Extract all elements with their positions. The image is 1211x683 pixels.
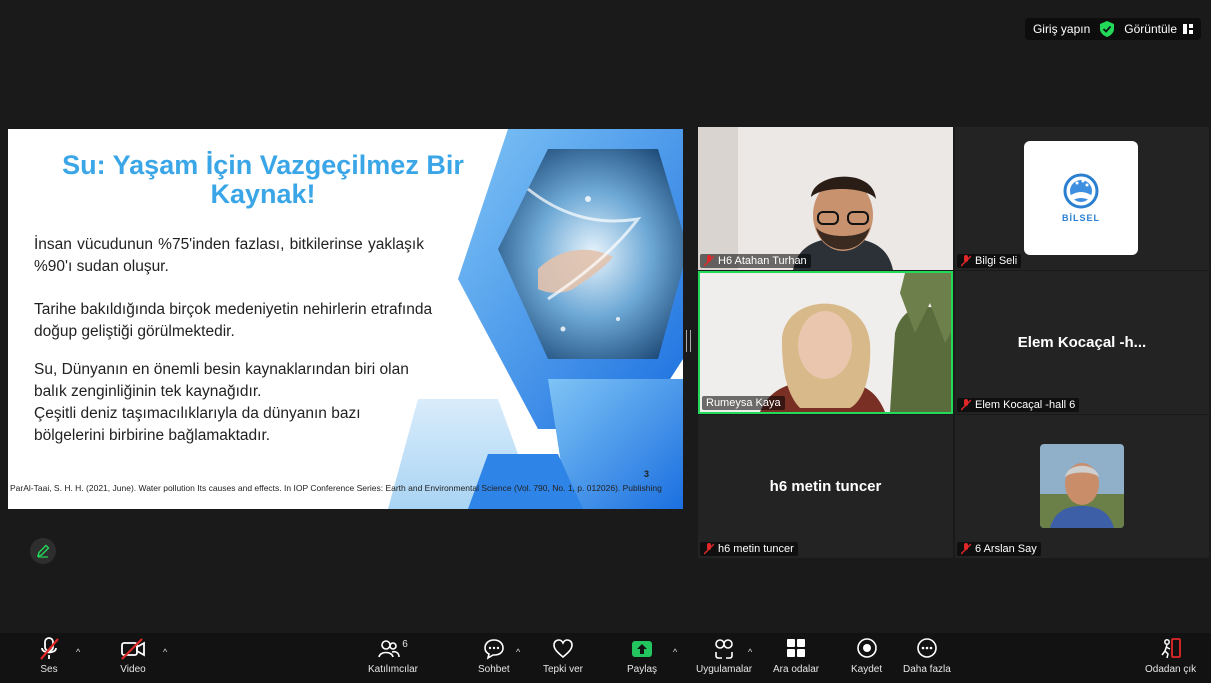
leave-label: Odadan çık (1145, 664, 1197, 675)
share-screen-icon (632, 641, 652, 657)
video-options-caret[interactable]: ^ (163, 647, 167, 657)
video-tile-rumeysa[interactable]: Rumeysa Kaya (698, 271, 953, 414)
participant-avatar-photo (1040, 444, 1124, 528)
video-tile-elem[interactable]: Elem Kocaçal -h... Elem Kocaçal -hall 6 (955, 271, 1209, 414)
slide-title-line1: Su: Yaşam İçin Vazgeçilmez Bir (62, 150, 464, 180)
leave-button[interactable]: Odadan çık (1145, 637, 1196, 675)
leave-door-icon (1160, 638, 1181, 659)
apps-button[interactable]: Uygulamalar (696, 637, 752, 675)
camera-off-icon (121, 638, 145, 660)
slide-paragraph-3: Su, Dünyanın en önemli besin kaynakların… (34, 361, 409, 400)
participant-video-rumeysa (700, 273, 951, 412)
participant-display-name: h6 metin tuncer (769, 478, 882, 495)
slide-title: Su: Yaşam İçin Vazgeçilmez Bir Kaynak! (38, 151, 488, 209)
react-button[interactable]: Tepki ver (543, 637, 583, 675)
participant-name-tag: 6 Arslan Say (957, 542, 1041, 556)
heart-icon (553, 639, 573, 659)
slide-title-line2: Kaynak! (210, 179, 316, 209)
more-icon (917, 638, 937, 658)
more-button[interactable]: Daha fazla (903, 637, 951, 675)
participant-video-atahan (698, 127, 953, 270)
mic-muted-icon (961, 543, 971, 555)
annotate-button[interactable] (30, 538, 56, 564)
participant-name-tag: H6 Atahan Turhan (700, 254, 811, 268)
top-right-bar: Giriş yapın Görüntüle (1024, 18, 1201, 40)
video-label: Video (120, 664, 146, 675)
chat-label: Sohbet (478, 664, 510, 675)
record-icon (856, 638, 877, 658)
video-tile-bilgi[interactable]: BİLSEL Bilgi Seli (955, 127, 1209, 270)
share-options-caret[interactable]: ^ (673, 647, 677, 657)
participants-button[interactable]: 6 Katılımcılar (368, 637, 418, 675)
participant-name: 6 Arslan Say (975, 543, 1037, 555)
participant-display-name: Elem Kocaçal -h... (1017, 334, 1147, 351)
mic-muted-icon (961, 255, 971, 267)
video-tile-atahan[interactable]: H6 Atahan Turhan (698, 127, 953, 270)
mic-muted-icon (704, 255, 714, 267)
book-globe-icon (1063, 173, 1099, 209)
participant-name: Elem Kocaçal -hall 6 (975, 399, 1076, 411)
participant-name-tag: Bilgi Seli (957, 254, 1022, 268)
chat-options-caret[interactable]: ^ (516, 647, 520, 657)
mic-muted-icon (40, 637, 59, 660)
mic-muted-icon (961, 399, 971, 411)
breakout-rooms-label: Ara odalar (773, 664, 820, 675)
slide-paragraph-1: İnsan vücudunun %75'inden fazlası, bitki… (34, 236, 424, 275)
apps-label: Uygulamalar (696, 664, 753, 675)
breakout-rooms-button[interactable]: Ara odalar (773, 637, 819, 675)
record-label: Kaydet (851, 664, 883, 675)
meeting-toolbar: Ses ^ Video ^ 6 Katılımcılar Sohbet ^ Te… (0, 633, 1211, 683)
slide-paragraph-4: Çeşitli deniz taşımacılıklarıyla da düny… (34, 405, 361, 444)
participant-name-tag: Rumeysa Kaya (702, 396, 785, 410)
view-button[interactable]: Görüntüle (1124, 22, 1193, 36)
video-button[interactable]: Video (120, 637, 146, 675)
slide-citation: ParAl-Taai, S. H. H. (2021, June). Water… (10, 483, 662, 493)
apps-options-caret[interactable]: ^ (748, 647, 752, 657)
video-tile-arslan[interactable]: 6 Arslan Say (955, 415, 1209, 558)
share-label: Paylaş (627, 664, 658, 675)
participant-name: Rumeysa Kaya (706, 397, 781, 409)
participants-label: Katılımcılar (368, 664, 419, 675)
participant-name-tag: h6 metin tuncer (700, 542, 798, 556)
chat-icon (484, 639, 504, 660)
slide-page-number: 3 (644, 469, 650, 479)
audio-button[interactable]: Ses (38, 637, 60, 675)
view-label: Görüntüle (1124, 22, 1177, 36)
shield-check-icon[interactable] (1100, 21, 1115, 37)
apps-icon (715, 639, 733, 659)
grid-view-icon (1183, 24, 1193, 34)
shared-screen-slide: Su: Yaşam İçin Vazgeçilmez Bir Kaynak! İ… (8, 129, 683, 509)
more-label: Daha fazla (903, 664, 951, 675)
pencil-icon (36, 544, 50, 558)
record-button[interactable]: Kaydet (851, 637, 882, 675)
participant-name: H6 Atahan Turhan (718, 255, 807, 267)
panel-splitter-handle[interactable] (686, 330, 691, 352)
share-button[interactable]: Paylaş (627, 637, 657, 675)
video-tile-metin[interactable]: h6 metin tuncer h6 metin tuncer (698, 415, 953, 558)
signin-link[interactable]: Giriş yapın (1033, 22, 1090, 36)
mic-muted-icon (704, 543, 714, 555)
bilsel-logo: BİLSEL (1024, 141, 1138, 255)
audio-label: Ses (40, 664, 58, 675)
participants-icon (378, 640, 401, 658)
breakout-rooms-icon (787, 639, 806, 657)
slide-paragraph-2: Tarihe bakıldığında birçok medeniyetin n… (34, 301, 433, 340)
bilsel-logo-text: BİLSEL (1061, 213, 1100, 223)
participant-name: Bilgi Seli (975, 255, 1018, 267)
audio-options-caret[interactable]: ^ (76, 647, 80, 657)
participant-name: h6 metin tuncer (718, 543, 794, 555)
chat-button[interactable]: Sohbet (478, 637, 510, 675)
participants-count: 6 (402, 639, 408, 650)
participant-name-tag: Elem Kocaçal -hall 6 (957, 398, 1080, 412)
react-label: Tepki ver (543, 664, 584, 675)
